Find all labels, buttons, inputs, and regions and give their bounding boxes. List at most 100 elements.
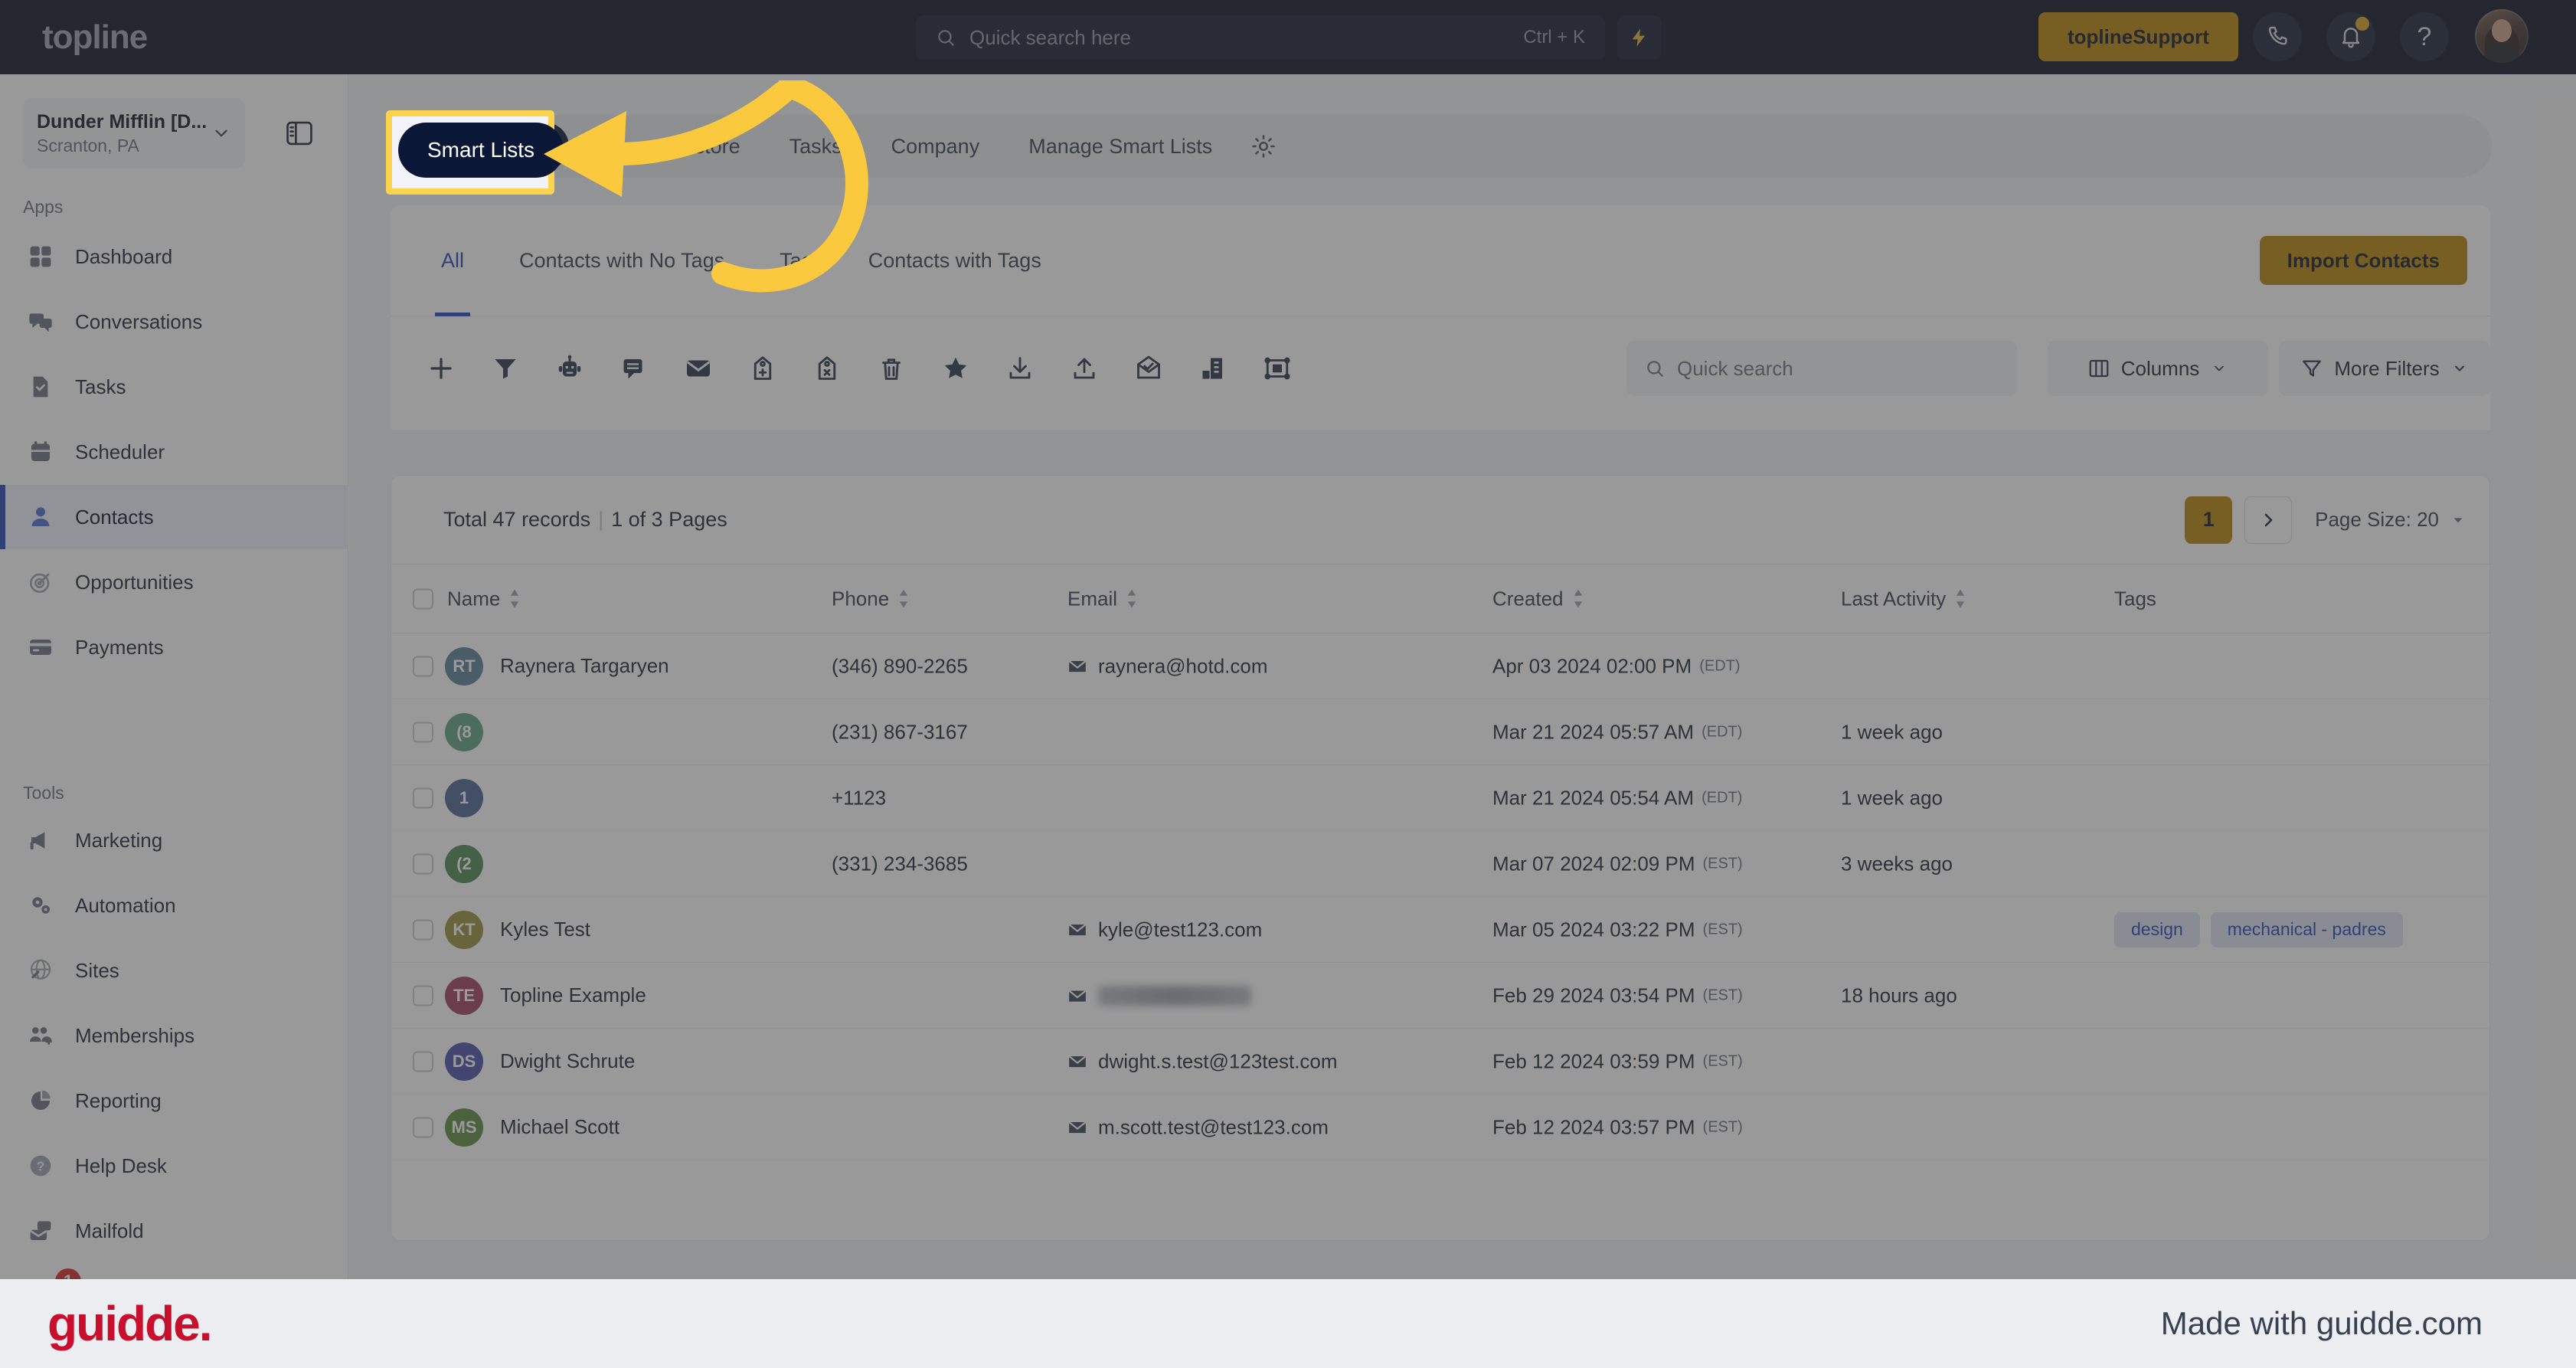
sidebar-item-marketing[interactable]: Marketing — [0, 808, 348, 872]
cell-phone: (331) 234-3685 — [832, 852, 968, 875]
contact-name[interactable]: Michael Scott — [500, 1115, 619, 1139]
cell-created: Feb 12 2024 03:59 PM (EST) — [1492, 1049, 1743, 1073]
workspace-selector[interactable]: Dunder Mifflin [D... Scranton, PA — [23, 98, 245, 169]
row-checkbox[interactable] — [413, 656, 433, 676]
cell-name: (8 — [445, 712, 500, 751]
export-button[interactable] — [1057, 341, 1112, 396]
table-row[interactable]: TE Topline Example Feb 29 2024 03:54 PM … — [391, 963, 2489, 1029]
topline-logo[interactable]: topline — [42, 18, 148, 57]
contact-name[interactable]: Dwight Schrute — [500, 1049, 635, 1073]
cell-name: RT Raynera Targaryen — [445, 646, 669, 686]
row-checkbox[interactable] — [413, 919, 433, 940]
help-icon: ? — [2417, 21, 2432, 51]
sidebar-item-automation[interactable]: Automation — [0, 873, 348, 938]
sms-button[interactable] — [606, 341, 662, 396]
add-tag-button[interactable] — [735, 341, 790, 396]
global-search-input[interactable]: Quick search here Ctrl + K — [916, 15, 1605, 60]
table-row[interactable]: MS Michael Scott m.scott.test@test123.co… — [391, 1095, 2489, 1160]
table-row[interactable]: DS Dwight Schrute dwight.s.test@123test.… — [391, 1029, 2489, 1095]
next-page-button[interactable] — [2244, 496, 2293, 544]
sidebar-item-mailfold[interactable]: Mailfold — [0, 1199, 348, 1263]
cell-phone: +1123 — [832, 786, 887, 809]
sidebar-item-reporting[interactable]: Reporting — [0, 1069, 348, 1133]
contacts-quick-search-input[interactable]: Quick search — [1626, 341, 2017, 396]
add-contact-button[interactable] — [414, 341, 469, 396]
phone-button[interactable] — [2253, 12, 2302, 61]
sidebar-item-dashboard[interactable]: Dashboard — [0, 224, 348, 289]
notifications-button[interactable] — [2326, 12, 2375, 61]
column-header-last-activity[interactable]: Last Activity — [1841, 587, 1967, 610]
import-button[interactable] — [992, 341, 1048, 396]
envelope-icon — [1068, 660, 1087, 673]
sidebar-item-conversations[interactable]: Conversations — [0, 290, 348, 354]
panel-collapse-icon[interactable] — [285, 120, 314, 146]
gear-icon[interactable] — [1250, 133, 1277, 159]
sidebar-item-label: Tasks — [75, 375, 126, 398]
page-1-button[interactable]: 1 — [2185, 496, 2233, 544]
avatar: 1 — [445, 778, 483, 817]
created-date: Feb 29 2024 03:54 PM — [1492, 983, 1695, 1006]
tag-chip[interactable]: mechanical - padres — [2210, 911, 2403, 947]
sidebar-item-memberships[interactable]: Memberships — [0, 1003, 348, 1068]
page-position-label: 1 of 3 Pages — [611, 508, 727, 531]
more-filters-button[interactable]: More Filters — [2279, 341, 2490, 396]
column-header-created[interactable]: Created — [1492, 587, 1585, 610]
favorite-button[interactable] — [928, 341, 983, 396]
table-row[interactable]: RT Raynera Targaryen (346) 890-2265 rayn… — [391, 633, 2489, 699]
select-all-checkbox[interactable] — [413, 588, 433, 609]
sidebar-item-scheduler[interactable]: Scheduler — [0, 420, 348, 484]
dashboard-icon — [28, 244, 54, 270]
filter-button[interactable] — [478, 341, 533, 396]
row-checkbox[interactable] — [413, 853, 433, 874]
export-icon — [1074, 358, 1095, 379]
user-avatar[interactable] — [2475, 9, 2529, 63]
sidebar-item-help-desk[interactable]: ? Help Desk — [0, 1134, 348, 1198]
column-header-phone[interactable]: Phone — [832, 587, 910, 610]
help-button[interactable]: ? — [2400, 12, 2449, 61]
import-contacts-button[interactable]: Import Contacts — [2259, 236, 2467, 285]
mark-read-button[interactable] — [1121, 341, 1176, 396]
page-size-selector[interactable]: Page Size: 20 — [2315, 508, 2466, 532]
row-checkbox[interactable] — [413, 722, 433, 742]
subtab-all[interactable]: All — [414, 205, 492, 316]
sidebar-item-opportunities[interactable]: Opportunities — [0, 550, 348, 614]
column-header-email[interactable]: Email — [1067, 587, 1139, 610]
guidde-footer: guidde. Made with guidde.com — [0, 1279, 2576, 1368]
chevron-right-icon — [2264, 513, 2273, 526]
megaphone-icon — [28, 827, 54, 853]
table-row[interactable]: (8 (231) 867-3167 Mar 21 2024 05:57 AM (… — [391, 699, 2489, 765]
merge-button[interactable] — [1250, 341, 1305, 396]
column-label: Email — [1067, 587, 1118, 610]
row-checkbox[interactable] — [413, 985, 433, 1006]
row-checkbox[interactable] — [413, 787, 433, 808]
contact-name[interactable]: Topline Example — [500, 983, 646, 1007]
sidebar-item-contacts[interactable]: Contacts — [0, 485, 348, 549]
column-header-name[interactable]: Name — [447, 587, 521, 610]
workspace-location: Scranton, PA — [37, 135, 139, 155]
row-checkbox[interactable] — [413, 1117, 433, 1137]
company-button[interactable] — [1185, 341, 1241, 396]
created-timezone: (EST) — [1702, 921, 1743, 938]
pager-controls: 1 Page Size: 20 — [2185, 496, 2466, 544]
created-timezone: (EST) — [1702, 987, 1743, 1003]
sidebar-item-tasks[interactable]: Tasks — [0, 355, 348, 419]
delete-button[interactable] — [864, 341, 919, 396]
table-row[interactable]: KT Kyles Test kyle@test123.com Mar 05 20… — [391, 897, 2489, 963]
cell-name: KT Kyles Test — [445, 910, 590, 949]
contact-name[interactable]: Kyles Test — [500, 918, 590, 941]
row-checkbox[interactable] — [413, 1051, 433, 1072]
email-button[interactable] — [671, 341, 726, 396]
sidebar-item-sites[interactable]: Sites — [0, 938, 348, 1003]
table-row[interactable]: (2 (331) 234-3685 Mar 07 2024 02:09 PM (… — [391, 831, 2489, 897]
quick-actions-button[interactable] — [1617, 15, 1662, 60]
table-row[interactable]: 1 +1123 Mar 21 2024 05:54 AM (EDT) 1 wee… — [391, 765, 2489, 831]
topline-support-button[interactable]: topline Support — [2038, 12, 2238, 61]
bot-button[interactable] — [542, 341, 597, 396]
tab-manage-smart-lists[interactable]: Manage Smart Lists — [1004, 123, 1237, 170]
contact-name[interactable]: Raynera Targaryen — [500, 654, 669, 678]
sidebar-item-payments[interactable]: Payments — [0, 615, 348, 679]
remove-tag-button[interactable] — [799, 341, 855, 396]
tag-chip[interactable]: design — [2114, 911, 2200, 947]
cell-last-activity: 18 hours ago — [1841, 983, 1957, 1006]
columns-button[interactable]: Columns — [2048, 341, 2268, 396]
